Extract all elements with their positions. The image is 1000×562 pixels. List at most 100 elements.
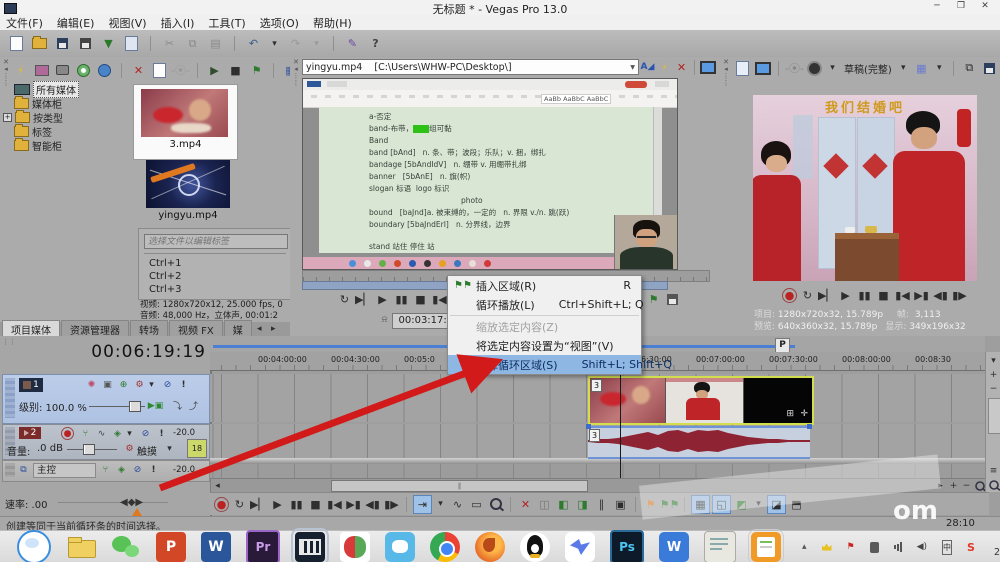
copy-icon[interactable]: ⧉	[184, 35, 201, 52]
menu-item-loop-playback[interactable]: 循环播放(L) Ctrl+Shift+L; Q	[448, 295, 644, 314]
close-button[interactable]: ✕	[974, 1, 996, 11]
rate-scrub-handle[interactable]: ◀◆▶	[120, 497, 143, 508]
trimmer-file-combobox[interactable]: yingyu.mp4 [C:\Users\WHW-PC\Desktop\] ▾	[302, 59, 639, 75]
play-from-start-icon[interactable]: ▶▏	[355, 291, 372, 308]
vzoom-icon[interactable]	[987, 478, 1000, 491]
trimmer-save-markers-icon[interactable]	[664, 291, 681, 308]
arm-record-icon[interactable]: ●	[61, 427, 74, 440]
new-project-icon[interactable]	[8, 35, 25, 52]
prev-frame-icon[interactable]: ◀▮	[364, 496, 381, 513]
expand-icon[interactable]: +	[3, 113, 12, 122]
wechat-icon[interactable]	[111, 532, 141, 562]
play-icon[interactable]: ▶	[269, 496, 286, 513]
external-monitor-icon[interactable]	[754, 60, 771, 77]
next-frame-icon[interactable]: ▮▶	[383, 496, 400, 513]
premiere-icon[interactable]: Pr	[246, 530, 280, 562]
tree-item-by-type[interactable]: + 按类型	[3, 110, 104, 125]
network-signal-icon[interactable]	[893, 541, 902, 554]
media-properties-icon[interactable]	[151, 62, 168, 79]
track-height-icon[interactable]: ≡	[987, 464, 1000, 477]
external-monitor-icon[interactable]	[699, 59, 716, 76]
av-streams-icon[interactable]: A◢	[639, 59, 656, 76]
photoshop-icon[interactable]: Ps	[610, 530, 644, 562]
stop-icon[interactable]: ■	[307, 496, 324, 513]
mute-icon[interactable]: ⊘	[161, 378, 174, 391]
menu-options[interactable]: 选项(O)	[260, 15, 299, 31]
shortcut-item[interactable]: Ctrl+2	[149, 270, 182, 283]
format-factory-icon[interactable]	[340, 532, 370, 562]
stop-preview-icon[interactable]: ■	[227, 62, 244, 79]
render-as-icon[interactable]	[77, 35, 94, 52]
solo-icon[interactable]: !	[177, 378, 190, 391]
pause-icon[interactable]: ▮▮	[856, 287, 873, 304]
media-fx-icon[interactable]: -⦿-	[171, 62, 190, 79]
track-grip[interactable]	[5, 378, 15, 418]
wps-icon[interactable]: W	[659, 532, 689, 562]
firefox-icon[interactable]	[475, 532, 505, 562]
panel-dock-grip[interactable]: ✕ ◂ ⋮ ⋮	[1, 59, 11, 87]
audio-track-header[interactable]: 2 ● ⑂ ∿ ◈ ▾ ⊘ ! -20.0 音量: .0 dB ⚙ 触摸 ▾ 1…	[2, 424, 210, 460]
restore-button[interactable]: ❐	[950, 1, 972, 11]
save-snapshot-icon[interactable]	[981, 60, 998, 77]
track-automation-icon[interactable]: ⊕	[117, 378, 130, 391]
trimmer-region-flag-icon[interactable]: ⚑	[645, 291, 662, 308]
track-motion-icon[interactable]: ✺	[85, 378, 98, 391]
media-item-3mp4[interactable]: 3.mp4	[133, 84, 238, 160]
prev-frame-icon[interactable]: ◀▮	[932, 287, 949, 304]
level-slider-handle[interactable]	[129, 401, 141, 412]
redo-dropdown-icon[interactable]: ▾	[310, 37, 323, 50]
selection-tool-icon[interactable]: ▭	[468, 496, 485, 513]
scroll-left-icon[interactable]: ◂	[211, 479, 224, 492]
overlay-dropdown-icon[interactable]: ▾	[933, 62, 946, 75]
timeline-vscrollbar[interactable]: ▾ + − ≡	[985, 352, 1000, 492]
minimize-button[interactable]: ─	[926, 1, 948, 11]
taskbar-clock[interactable]: 16:18 2020/2/16	[994, 535, 1000, 559]
play-icon[interactable]: ▶	[837, 287, 854, 304]
vscroll-up-icon[interactable]: ▾	[987, 354, 1000, 367]
redo-icon[interactable]: ↷	[287, 35, 304, 52]
extract-audio-cd-icon[interactable]	[75, 62, 92, 79]
go-to-start-icon[interactable]: ▮◀	[894, 287, 911, 304]
marker-tool-button[interactable]: P	[775, 338, 790, 353]
trim-end-icon[interactable]: ◨	[574, 496, 591, 513]
event-handle[interactable]	[807, 424, 812, 429]
go-to-start-icon[interactable]: ▮◀	[431, 291, 448, 308]
qq-icon[interactable]	[520, 532, 550, 562]
shortcut-item[interactable]: Ctrl+3	[149, 283, 182, 296]
cut-icon[interactable]: ✂	[161, 35, 178, 52]
chrome-icon[interactable]	[430, 532, 460, 562]
event-handle[interactable]	[586, 424, 591, 429]
split-screen-icon[interactable]: -⦿-	[785, 60, 804, 77]
stop-icon[interactable]: ■	[412, 291, 429, 308]
track-phase-icon[interactable]: ⑂	[79, 427, 92, 440]
go-to-end-icon[interactable]: ▶▮	[345, 496, 362, 513]
make-child-icon[interactable]: ⤵	[171, 399, 184, 412]
whats-this-help-icon[interactable]: ?	[367, 35, 384, 52]
normal-edit-tool-icon[interactable]: ⇥	[413, 494, 432, 514]
menu-item-insert-region[interactable]: ⚑⚑ 插入区域(R) R	[448, 276, 641, 295]
timeline-timecode-display[interactable]: 00:06:19:19	[20, 342, 206, 362]
menu-insert[interactable]: 插入(I)	[161, 15, 195, 31]
menu-view[interactable]: 视图(V)	[108, 15, 146, 31]
master-bus-header[interactable]: ⧉ 主控 ⑂ ◈ ⊘ ! -20.0	[2, 460, 210, 482]
menu-file[interactable]: 文件(F)	[6, 15, 43, 31]
delete-icon[interactable]: ✕	[517, 496, 534, 513]
play-icon[interactable]: ▶	[374, 291, 391, 308]
paste-icon[interactable]: ▤	[207, 35, 224, 52]
volume-slider-handle[interactable]	[83, 444, 95, 455]
event-pan-crop-icon[interactable]: ⊞	[786, 409, 794, 419]
play-from-start-icon[interactable]: ▶▏	[250, 496, 267, 513]
panel-dock-grip[interactable]: ✕ ◂ ⋮ ⋮	[291, 59, 301, 87]
automation-gear-icon[interactable]: ⚙	[123, 442, 136, 455]
tabs-scroll-left-icon[interactable]: ◂	[253, 323, 266, 336]
media-app-icon[interactable]	[385, 532, 415, 562]
scrollbar-thumb[interactable]: ∥	[331, 480, 588, 492]
tree-item-all-media[interactable]: 所有媒体	[14, 81, 104, 98]
undo-icon[interactable]: ↶	[245, 35, 262, 52]
track-grip[interactable]	[5, 463, 15, 477]
menu-tools[interactable]: 工具(T)	[208, 15, 245, 31]
vip-crown-icon[interactable]	[821, 541, 832, 554]
save-project-icon[interactable]	[54, 35, 71, 52]
solo-icon[interactable]: !	[147, 463, 160, 476]
solo-icon[interactable]: !	[155, 427, 168, 440]
